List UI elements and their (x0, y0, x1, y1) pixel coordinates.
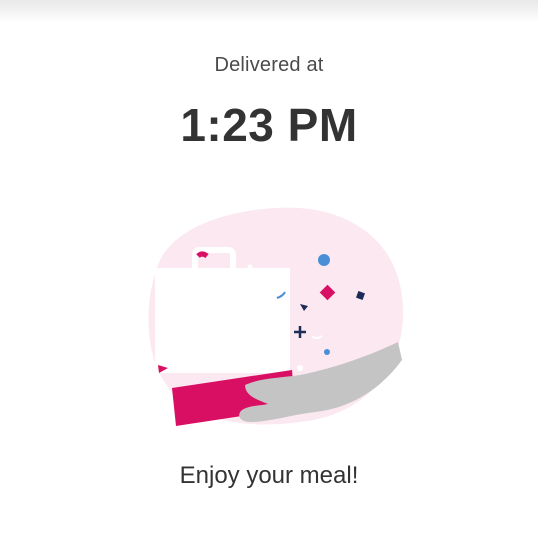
enjoy-message: Enjoy your meal! (179, 462, 359, 489)
delivered-time: 1:23 PM (180, 99, 358, 151)
top-shadow (0, 0, 538, 22)
delivered-label: Delivered at (214, 54, 324, 76)
delivery-status-card: Delivered at 1:23 PM Enjoy your meal! (0, 0, 538, 539)
delivered-bag-illustration (148, 207, 404, 426)
shopping-bag-icon (155, 247, 290, 373)
